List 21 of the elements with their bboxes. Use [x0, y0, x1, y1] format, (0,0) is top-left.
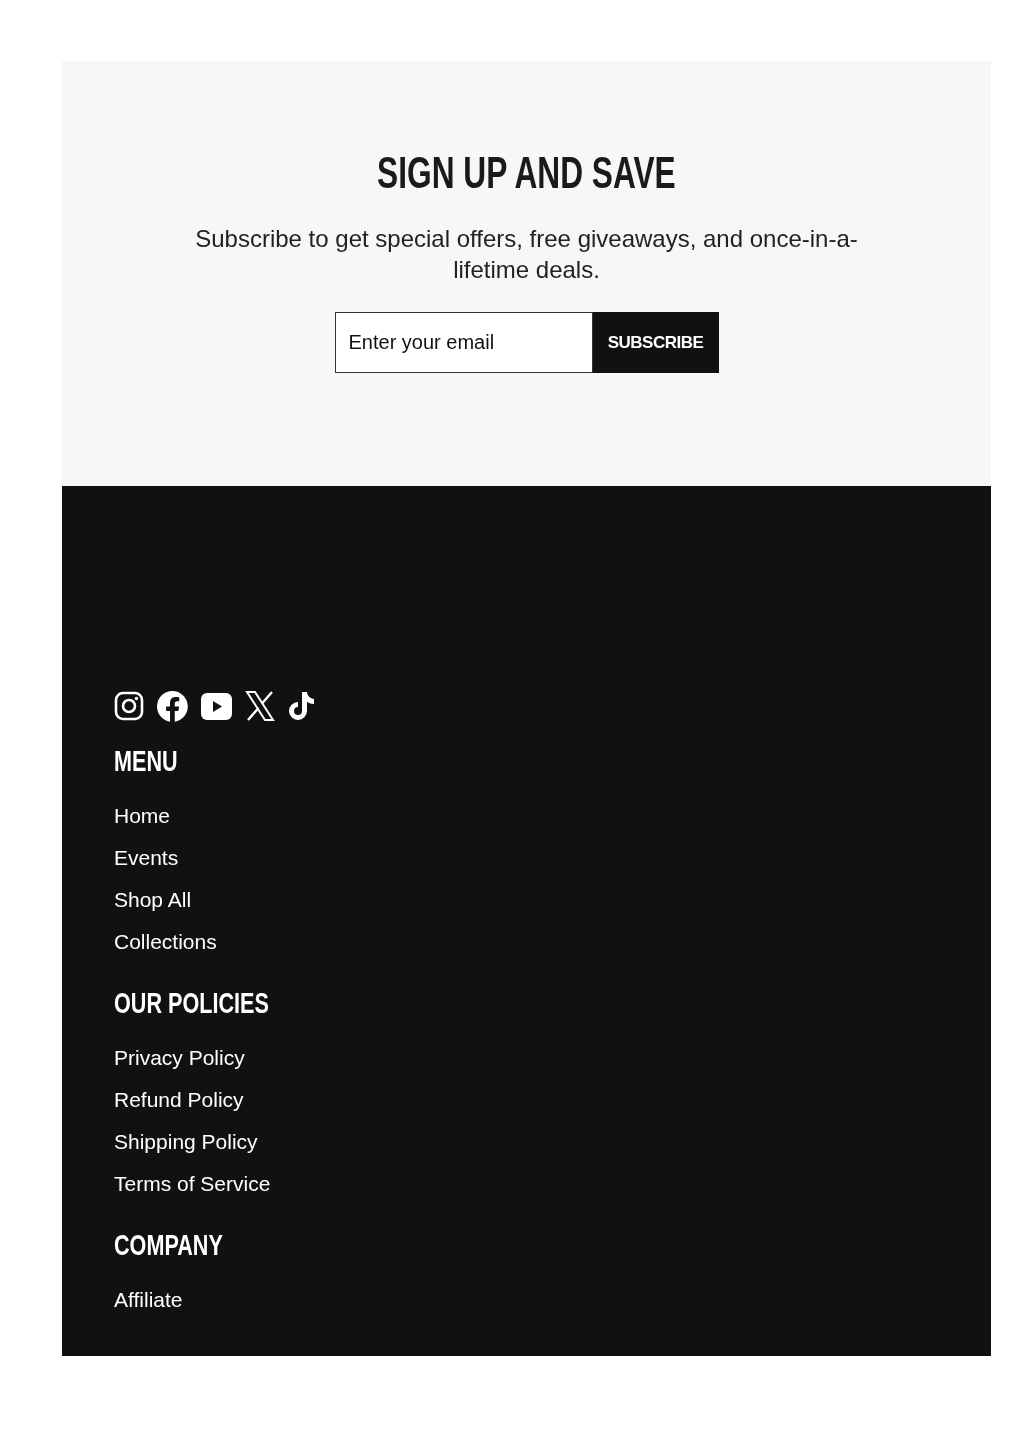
play-icon[interactable]	[201, 692, 232, 720]
footer-link[interactable]: Refund Policy	[114, 1088, 244, 1111]
footer-link[interactable]: Events	[114, 846, 179, 869]
x-icon[interactable]	[245, 691, 275, 721]
signup-title: SIGN UP AND SAVE	[376, 147, 677, 199]
section-heading: MENU	[114, 743, 179, 779]
email-field[interactable]: Enter your email	[334, 312, 593, 373]
footer-link[interactable]: Affiliate	[114, 1288, 183, 1311]
footer-link[interactable]: Shipping Policy	[114, 1130, 258, 1153]
footer-link[interactable]: Shop All	[114, 888, 192, 911]
signup-text: Subscribe to get special offers, free giveaways, and once-in-a-lifetime deals.	[194, 224, 859, 285]
camera-icon[interactable]	[114, 691, 144, 721]
footer-link[interactable]: Home	[114, 804, 171, 827]
circle-f-icon[interactable]	[157, 690, 188, 722]
section-heading: OUR POLICIES	[114, 985, 270, 1021]
footer-link[interactable]: Privacy Policy	[114, 1046, 245, 1069]
footer-link[interactable]: Terms of Service	[114, 1172, 271, 1195]
music-note-icon[interactable]	[288, 691, 316, 721]
section-heading: COMPANY	[114, 1227, 224, 1263]
subscribe-button[interactable]: SUBSCRIBE	[592, 312, 719, 373]
footer-link[interactable]: Collections	[114, 930, 217, 953]
